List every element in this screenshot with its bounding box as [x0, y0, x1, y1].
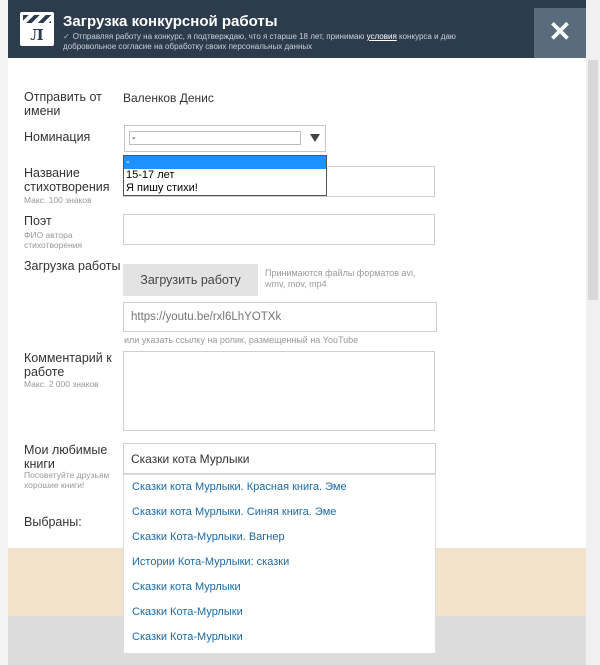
books-input[interactable]	[123, 443, 436, 474]
poem-title-hint: Макс. 100 знаков	[24, 195, 92, 205]
upload-label: Загрузка работы	[24, 259, 121, 273]
list-item[interactable]: Сказки кота Мурлыки. Красная книга. Эме	[124, 475, 435, 500]
poet-hint: ФИО автора стихотворения	[24, 230, 83, 250]
nomination-current: -	[129, 131, 301, 145]
comment-hint: Макс. 2 000 знаков	[24, 379, 99, 389]
scrollbar-thumb[interactable]	[588, 60, 598, 300]
poet-label: Поэт	[24, 214, 52, 228]
nomination-select[interactable]: -	[124, 125, 326, 152]
nomination-options: - 15-17 лет Я пишу стихи!	[123, 155, 327, 196]
check-icon: ✓	[63, 32, 70, 41]
page-scrollbar[interactable]	[586, 0, 600, 665]
poem-title-label: Название стихотворения	[24, 166, 110, 194]
nomination-option[interactable]: 15-17 лет	[124, 169, 326, 182]
youtube-url-hint: или указать ссылку на ролик, размещенный…	[124, 335, 359, 345]
upload-button[interactable]: Загрузить работу	[123, 264, 258, 296]
close-button[interactable]: ✕	[534, 8, 586, 58]
list-item[interactable]: Сказки Кота-Мурлыки	[124, 625, 435, 650]
books-autocomplete: Сказки кота Мурлыки. Красная книга. Эме …	[123, 474, 436, 654]
comment-label: Комментарий к работе	[24, 351, 112, 379]
list-item[interactable]: Сказки Кота-Мурлыки	[124, 600, 435, 625]
formats-hint: Принимаются файлы форматов avi, wmv, mov…	[265, 268, 416, 289]
chevron-down-icon[interactable]	[310, 134, 320, 142]
comment-textarea[interactable]	[123, 351, 435, 431]
modal-header: Л Загрузка конкурсной работы ✓ Отправляя …	[8, 0, 586, 58]
list-item[interactable]: Сказки Кота-Мурлыки. Вагнер	[124, 525, 435, 550]
modal-title: Загрузка конкурсной работы	[63, 13, 278, 30]
clapperboard-icon: Л	[20, 12, 54, 46]
nomination-option[interactable]: Я пишу стихи!	[124, 182, 326, 195]
books-hint: Посоветуйте друзьям хорошие книги!	[24, 470, 110, 490]
background-page-left	[0, 0, 8, 665]
list-item[interactable]: Истории Кота-Мурлыки: сказки	[124, 550, 435, 575]
list-item[interactable]: Сказки кота Мурлыки. Синяя книга. Эме	[124, 500, 435, 525]
poet-input[interactable]	[123, 214, 435, 245]
upload-modal: Л Загрузка конкурсной работы ✓ Отправляя …	[8, 0, 586, 654]
terms-link[interactable]: условия	[367, 32, 397, 41]
selected-label: Выбраны:	[24, 515, 82, 529]
sender-label: Отправить от имени	[24, 90, 102, 118]
list-item[interactable]: Сказки кота Мурлыки	[124, 575, 435, 600]
youtube-url-input[interactable]	[123, 302, 437, 332]
nomination-label: Номинация	[24, 130, 91, 144]
nomination-option[interactable]: -	[124, 156, 326, 169]
consent-text: ✓ Отправляя работу на конкурс, я подтверж…	[63, 32, 456, 51]
sender-value: Валенков Денис	[123, 91, 214, 105]
books-label: Мои любимые книги	[24, 443, 108, 471]
